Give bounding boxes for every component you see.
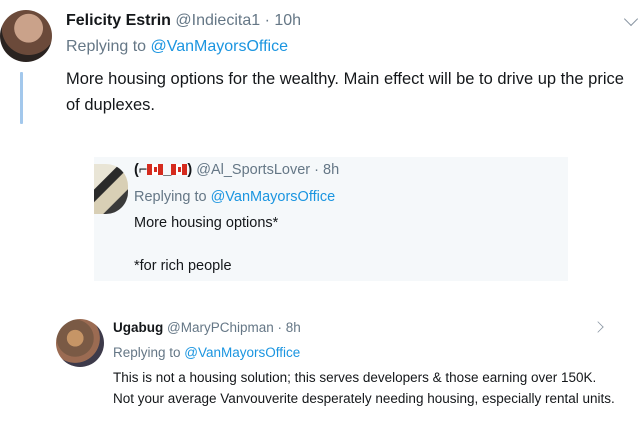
- replying-to-link[interactable]: @VanMayorsOffice: [211, 189, 336, 205]
- replying-to-label: Replying to: [134, 189, 211, 205]
- timestamp[interactable]: 10h: [274, 12, 301, 29]
- separator-dot: ·: [314, 162, 319, 178]
- timestamp[interactable]: 8h: [286, 320, 301, 335]
- replying-to-label: Replying to: [66, 38, 151, 55]
- tweet-text-line: *for rich people: [134, 258, 232, 274]
- separator-dot: ·: [264, 12, 270, 29]
- tweet-header: (⌐ _) @Al_SportsLover · 8h: [134, 162, 339, 178]
- separator-dot: ·: [277, 320, 283, 335]
- display-name[interactable]: (⌐ _): [134, 162, 192, 178]
- display-name[interactable]: Felicity Estrin: [66, 12, 171, 29]
- replying-to-link[interactable]: @VanMayorsOffice: [184, 345, 300, 360]
- canada-flag-icon: [171, 164, 188, 175]
- tweet-text: More housing options for the wealthy. Ma…: [66, 70, 624, 114]
- display-name[interactable]: Ugabug: [113, 320, 163, 335]
- tweet-header: Ugabug @MaryPChipman · 8h: [113, 320, 301, 335]
- timestamp[interactable]: 8h: [323, 162, 339, 178]
- handle[interactable]: @Al_SportsLover: [196, 162, 310, 178]
- avatar-felicity-estrin[interactable]: [0, 10, 52, 62]
- display-name-prefix: (⌐: [134, 162, 148, 178]
- chevron-down-icon[interactable]: [623, 11, 639, 27]
- replying-to-link[interactable]: @VanMayorsOffice: [151, 38, 288, 55]
- display-name-suffix: ): [187, 162, 193, 178]
- tweet-text: This is not a housing solution; this ser…: [113, 370, 615, 406]
- replying-to-label: Replying to: [113, 345, 185, 360]
- replying-to: Replying to @VanMayorsOffice: [66, 38, 288, 56]
- replying-to: Replying to @VanMayorsOffice: [134, 189, 335, 205]
- handle[interactable]: @Indiecita1: [175, 12, 260, 29]
- chevron-down-icon[interactable]: [592, 321, 604, 333]
- avatar-ugabug[interactable]: [56, 319, 104, 367]
- replying-to: Replying to @VanMayorsOffice: [113, 345, 300, 360]
- tweet-text-line: More housing options*: [134, 215, 279, 231]
- handle[interactable]: @MaryPChipman: [167, 320, 274, 335]
- canada-flag-icon: [147, 164, 164, 175]
- thread-line: [20, 72, 23, 124]
- display-name-underscore: _: [163, 162, 172, 178]
- tweet-header: Felicity Estrin @Indiecita1 · 10h: [66, 12, 301, 30]
